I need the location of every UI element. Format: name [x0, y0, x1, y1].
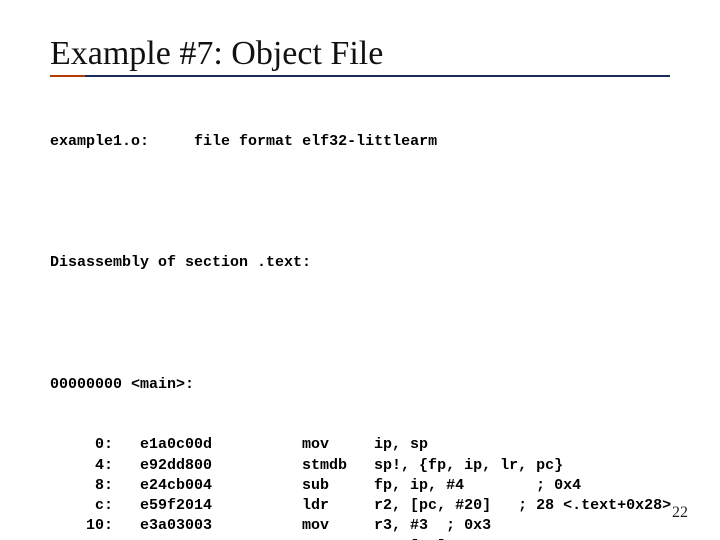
instruction-row: 4: e92dd800 stmdb sp!, {fp, ip, lr, pc} — [50, 456, 680, 476]
instruction-row: 8: e24cb004 sub fp, ip, #4 ; 0x4 — [50, 476, 680, 496]
section-header: Disassembly of section .text: — [50, 253, 680, 273]
page-number: 22 — [672, 504, 688, 522]
instruction-row: 10: e3a03003 mov r3, #3 ; 0x3 — [50, 516, 680, 536]
slide-title: Example #7: Object File — [50, 35, 680, 73]
file-line: example1.o: file format elf32-littlearm — [50, 132, 680, 152]
instruction-row: 14: e5823000 str r3, [r2] — [50, 537, 680, 540]
title-underline — [50, 75, 670, 77]
instruction-row: c: e59f2014 ldr r2, [pc, #20] ; 28 <.tex… — [50, 496, 680, 516]
blank-line — [50, 192, 680, 212]
slide: Example #7: Object File example1.o: file… — [0, 0, 720, 540]
symbol-line: 00000000 <main>: — [50, 375, 680, 395]
file-format: file format elf32-littlearm — [194, 133, 437, 150]
disassembly-block: example1.o: file format elf32-littlearm … — [50, 91, 680, 540]
filename: example1.o: — [50, 133, 149, 150]
blank-line — [50, 314, 680, 334]
instruction-row: 0: e1a0c00d mov ip, sp — [50, 435, 680, 455]
